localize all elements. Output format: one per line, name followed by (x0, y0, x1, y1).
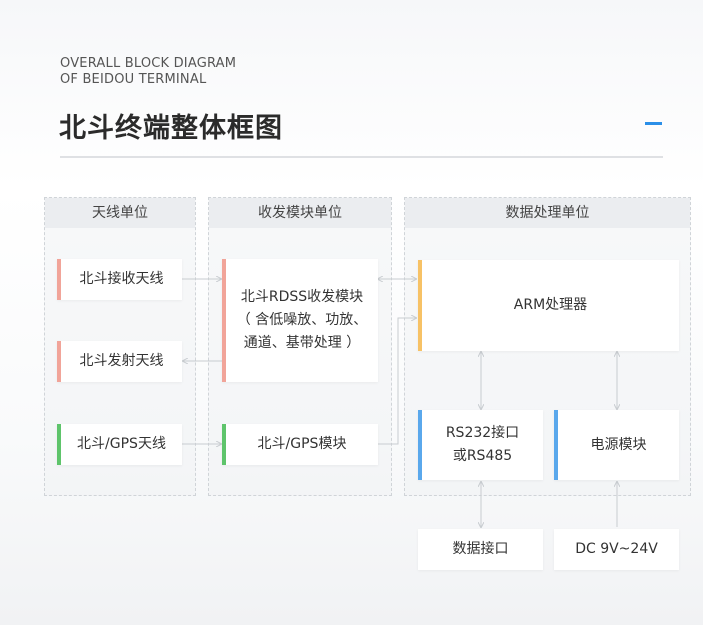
data-interface-label: 数据接口 (452, 541, 509, 557)
rx-antenna-block: 北斗接收天线 (57, 259, 182, 300)
rs-interface-block: RS232接口 或RS485 (418, 410, 543, 480)
rdss-line-3: 通道、基带处理 ） (243, 335, 361, 351)
rdss-module-text: 北斗RDSS收发模块 （ 含低噪放、功放、 通道、基带处理 ） (237, 286, 367, 355)
arm-processor-block: ARM处理器 (418, 260, 679, 351)
power-module-label: 电源模块 (590, 436, 647, 453)
rdss-module-block: 北斗RDSS收发模块 （ 含低噪放、功放、 通道、基带处理 ） (222, 259, 378, 382)
power-module-block: 电源模块 (554, 410, 679, 480)
gps-module-label: 北斗/GPS模块 (257, 436, 347, 452)
rdss-line-2: （ 含低噪放、功放、 (236, 312, 368, 328)
tx-antenna-block: 北斗发射天线 (57, 341, 182, 382)
gps-module-block: 北斗/GPS模块 (222, 424, 378, 465)
gps-antenna-block: 北斗/GPS天线 (57, 424, 182, 465)
rs-line-1: RS232接口 (445, 425, 520, 441)
dc-input-block: DC 9V~24V (554, 529, 679, 570)
gps-antenna-label: 北斗/GPS天线 (77, 436, 166, 452)
tx-antenna-label: 北斗发射天线 (79, 353, 164, 369)
dc-input-label: DC 9V~24V (575, 541, 658, 557)
arrow-gps-module-to-arm (378, 318, 416, 445)
rx-antenna-label: 北斗接收天线 (79, 271, 164, 287)
data-interface-block: 数据接口 (418, 529, 543, 570)
rs-line-2: 或RS485 (452, 448, 513, 464)
rdss-line-1: 北斗RDSS收发模块 (240, 289, 364, 305)
arm-processor-label: ARM处理器 (513, 297, 588, 313)
rs-interface-text: RS232接口 或RS485 (446, 422, 519, 468)
